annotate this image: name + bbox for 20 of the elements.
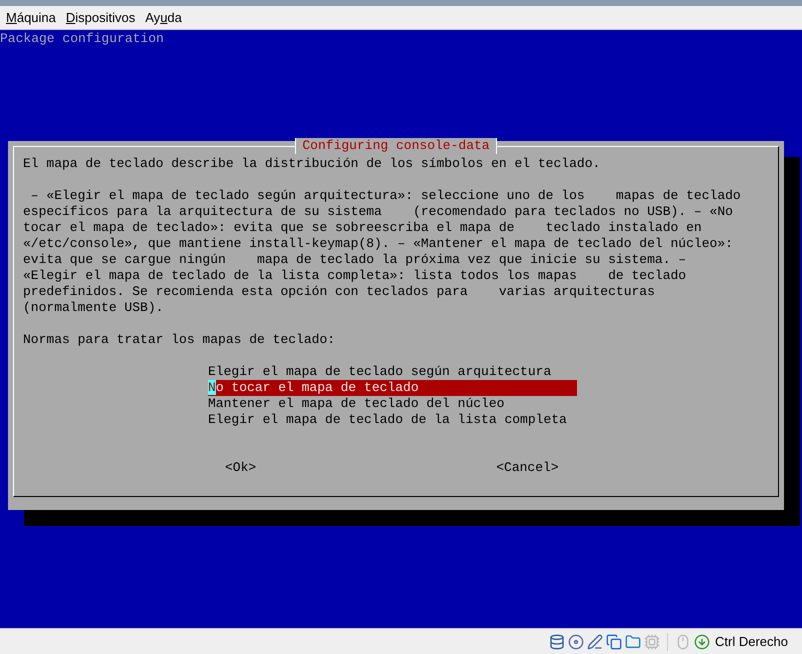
menu-item[interactable]: Máquina [6,8,56,28]
menu-item[interactable]: Dispositivos [66,8,136,28]
dialog-button[interactable]: <Ok> [225,460,256,476]
menu-item[interactable]: Ayuda [145,8,182,28]
hard-disk-icon[interactable] [549,634,566,650]
dialog-title: Configuring console-data [295,138,497,154]
host-key-label: Ctrl Derecho [715,632,788,651]
prompt-text: Normas para tratar los mapas de teclado: [23,332,336,348]
console-header: Package configuration [0,31,164,47]
option-item[interactable]: No tocar el mapa de teclado [208,380,577,396]
disc-icon[interactable] [568,634,584,650]
arrow-down-icon[interactable] [694,634,710,650]
description-text: – «Elegir el mapa de teclado según arquitectura»: seleccione uno de los mapas de teclado específicos para la arquitectura de su sistema (recomendado para teclados no USB). – «No tocar el mapa de teclado»: evita que se sobreescriba el mapa de teclado instalado en «/etc/console», que mantiene install-keymap(8). – «Mantener el mapa de teclado del núcleo»: evita que se cargue ningún mapa de teclado la próxima vez que inicie su sistema. – «Elegir el mapa de teclado de la lista completa»: lista todos los mapas de teclado predefinidos. Se recomienda esta opción con teclados para varias arquitecturas (normalmente USB). [23,188,741,316]
pen-icon[interactable] [587,634,604,650]
option-item[interactable]: Elegir el mapa de teclado de la lista completa [208,412,577,428]
option-item[interactable]: Mantener el mapa de teclado del núcleo [208,396,577,412]
intro-text: El mapa de teclado describe la distribución de los símbolos en el teclado. [23,156,600,172]
dialog-button[interactable]: <Cancel> [496,460,559,476]
option-item[interactable]: Elegir el mapa de teclado según arquitectura [208,364,577,380]
folder-icon[interactable] [625,634,642,650]
